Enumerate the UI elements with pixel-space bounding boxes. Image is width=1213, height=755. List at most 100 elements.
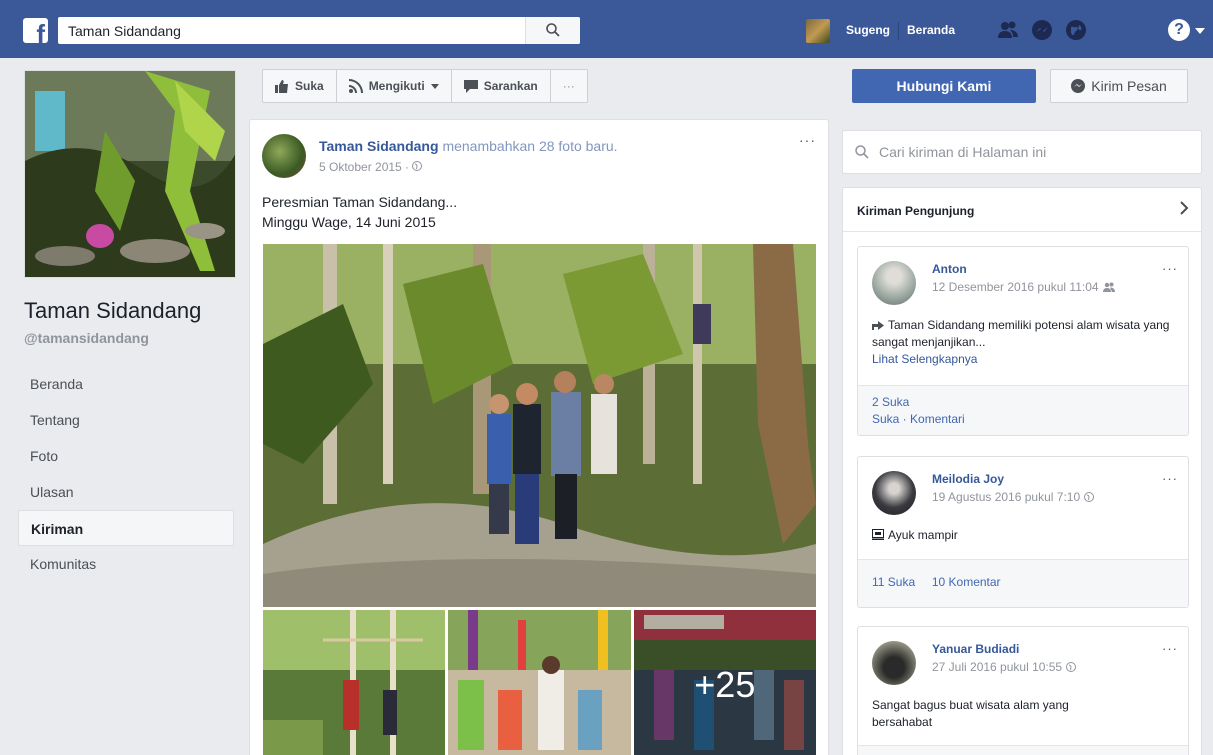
page-nav-foto[interactable]: Foto: [18, 438, 234, 474]
friend-requests-icon[interactable]: [996, 18, 1020, 42]
visitor-post-options[interactable]: ···: [1162, 641, 1178, 656]
contact-us-button[interactable]: Hubungi Kami: [852, 69, 1036, 103]
home-link[interactable]: Beranda: [899, 18, 963, 43]
visitor-post-text: Taman Sidandang memiliki potensi alam wi…: [872, 318, 1170, 349]
top-navigation-bar: f Sugeng Beranda: [0, 0, 1213, 58]
global-search: [58, 17, 580, 44]
visitor-post-options[interactable]: ···: [1162, 261, 1178, 276]
send-message-label: Kirim Pesan: [1091, 78, 1167, 94]
visitor-post-date-text: 19 Agustus 2016 pukul 7:10: [932, 490, 1081, 504]
page-profile-picture[interactable]: [24, 70, 236, 278]
speech-bubble-icon: [463, 79, 478, 93]
more-actions-button[interactable]: ···: [551, 70, 587, 102]
facebook-logo-icon[interactable]: f: [23, 18, 48, 47]
visitor-post-footer: 2 Suka Suka · Komentari: [858, 385, 1188, 435]
like-page-button[interactable]: Suka: [263, 70, 337, 102]
follow-page-label: Mengikuti: [368, 79, 425, 93]
visitor-post-text: Ayuk mampir: [888, 528, 958, 542]
page-nav-tentang[interactable]: Tentang: [18, 402, 234, 438]
post-photo-thumbnail[interactable]: +25: [633, 610, 816, 755]
visitor-post-likes[interactable]: 2 Suka: [872, 394, 1174, 411]
share-page-label: Sarankan: [483, 79, 538, 93]
visitor-post-date[interactable]: 12 Desember 2016 pukul 11:04: [932, 280, 1115, 294]
visitor-post-body: Sangat bagus buat wisata alam yang bersa…: [872, 697, 1132, 731]
visitor-posts-header[interactable]: Kiriman Pengunjung: [843, 188, 1201, 232]
see-more-link[interactable]: Lihat Selengkapnya: [872, 352, 977, 366]
page-nav-ulasan[interactable]: Ulasan: [18, 474, 234, 510]
post-message-line: Minggu Wage, 14 Juni 2015: [262, 214, 436, 230]
post-action-text[interactable]: menambahkan 28 foto baru.: [442, 138, 617, 154]
visitor-post-footer: [858, 745, 1188, 755]
messenger-icon: [1071, 79, 1086, 93]
profile-link[interactable]: Sugeng: [838, 18, 898, 43]
search-button[interactable]: [525, 17, 580, 44]
search-icon: [855, 145, 869, 159]
visitor-post-card: Yanuar Budiadi 27 Juli 2016 pukul 10:55 …: [857, 626, 1189, 755]
page-handle[interactable]: @tamansidandang: [24, 330, 149, 346]
visitor-post-body: Taman Sidandang memiliki potensi alam wi…: [872, 317, 1172, 368]
page-post-search[interactable]: Cari kiriman di Halaman ini: [842, 130, 1202, 174]
like-page-label: Suka: [295, 79, 324, 93]
visitor-posts-title: Kiriman Pengunjung: [857, 204, 975, 218]
visitor-post-text: Sangat bagus buat wisata alam yang bersa…: [872, 698, 1069, 729]
visitor-post-likes[interactable]: 11 Suka: [872, 575, 915, 589]
post-timestamp[interactable]: 5 Oktober 2015 ·: [319, 160, 423, 174]
page-nav-komunitas[interactable]: Komunitas: [18, 546, 234, 582]
page-post-search-placeholder: Cari kiriman di Halaman ini: [879, 144, 1047, 160]
post-header: Taman Sidandang menambahkan 28 foto baru…: [319, 138, 618, 154]
post-main-photo[interactable]: [263, 244, 816, 607]
globe-privacy-icon: [1066, 662, 1077, 672]
visitor-post-actions[interactable]: Suka · Komentari: [872, 411, 1174, 428]
thumbs-up-icon: [275, 79, 288, 93]
page-action-bar: Suka Mengikuti Sarankan ···: [262, 69, 588, 103]
more-actions-label: ···: [562, 79, 575, 93]
globe-privacy-icon: [1084, 492, 1095, 502]
visitor-post-card: Anton 12 Desember 2016 pukul 11:04 ··· T…: [857, 246, 1189, 436]
more-photos-overlay[interactable]: +25: [633, 610, 816, 755]
post-message-line: Peresmian Taman Sidandang...: [262, 194, 458, 210]
post-photo-thumbnail[interactable]: [263, 610, 446, 755]
visitor-avatar[interactable]: [872, 471, 916, 515]
visitor-avatar[interactable]: [872, 641, 916, 685]
rss-follow-icon: [348, 79, 363, 93]
follow-page-button[interactable]: Mengikuti: [337, 70, 452, 102]
share-page-button[interactable]: Sarankan: [452, 70, 551, 102]
visitor-posts-panel: Kiriman Pengunjung Anton 12 Desember 201…: [842, 187, 1202, 755]
notifications-globe-icon[interactable]: [1064, 18, 1088, 42]
page-title: Taman Sidandang: [24, 298, 202, 323]
visitor-post-options[interactable]: ···: [1162, 471, 1178, 486]
visitor-avatar[interactable]: [872, 261, 916, 305]
messenger-icon[interactable]: [1030, 18, 1054, 42]
page-nav-kiriman[interactable]: Kiriman: [18, 510, 234, 546]
visitor-post-date-text: 12 Desember 2016 pukul 11:04: [932, 280, 1099, 294]
visitor-name[interactable]: Meilodia Joy: [932, 472, 1004, 486]
post-author-name[interactable]: Taman Sidandang: [319, 138, 439, 154]
help-icon[interactable]: ?: [1168, 19, 1190, 41]
post-message: Peresmian Taman Sidandang... Minggu Wage…: [262, 192, 457, 232]
friends-privacy-icon: [1102, 282, 1115, 292]
page-navigation: Beranda Tentang Foto Ulasan Kiriman Komu…: [18, 366, 234, 582]
chevron-right-icon: [1180, 201, 1189, 215]
visitor-post-date-text: 27 Juli 2016 pukul 10:55: [932, 660, 1063, 674]
visitor-post-comments[interactable]: 10 Komentar: [932, 575, 1001, 589]
global-search-input[interactable]: [68, 21, 508, 41]
visitor-post-date[interactable]: 19 Agustus 2016 pukul 7:10: [932, 490, 1095, 504]
feed-post: Taman Sidandang menambahkan 28 foto baru…: [249, 119, 829, 755]
post-options-button[interactable]: ···: [799, 132, 816, 148]
page-nav-beranda[interactable]: Beranda: [18, 366, 234, 402]
post-photo-thumbnail[interactable]: [448, 610, 631, 755]
globe-privacy-icon: [412, 161, 423, 171]
visitor-post-card: Meilodia Joy 19 Agustus 2016 pukul 7:10 …: [857, 456, 1189, 608]
account-menu-caret-icon[interactable]: [1195, 28, 1205, 34]
search-icon: [546, 23, 560, 37]
share-arrow-icon: [872, 321, 884, 330]
check-in-icon: [872, 529, 884, 540]
post-author-avatar[interactable]: [262, 134, 306, 178]
visitor-post-body: Ayuk mampir: [872, 527, 1172, 544]
send-message-button[interactable]: Kirim Pesan: [1050, 69, 1188, 103]
visitor-name[interactable]: Anton: [932, 262, 967, 276]
visitor-post-footer: 11 Suka 10 Komentar: [858, 559, 1188, 607]
user-avatar[interactable]: [806, 18, 830, 43]
visitor-post-date[interactable]: 27 Juli 2016 pukul 10:55: [932, 660, 1077, 674]
visitor-name[interactable]: Yanuar Budiadi: [932, 642, 1019, 656]
